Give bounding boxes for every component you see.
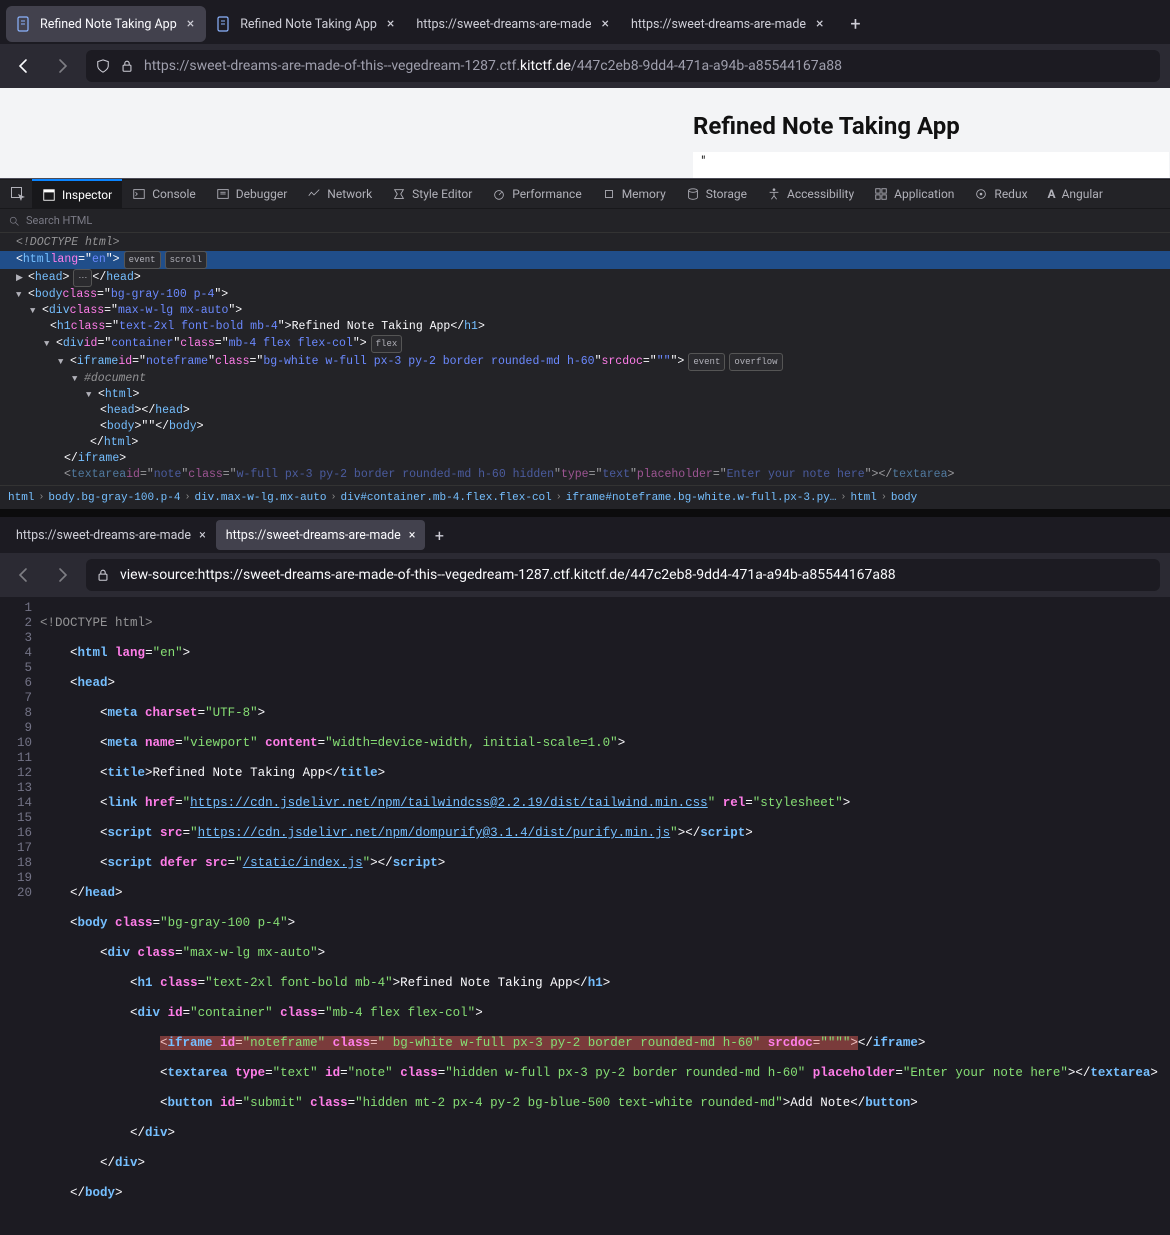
dom-line[interactable]: ▼<iframe id="noteframe" class="bg-white … [0, 353, 1170, 371]
new-tab-button[interactable]: + [842, 10, 870, 38]
lock-icon [96, 568, 110, 582]
dom-line[interactable]: ▼<html> [0, 387, 1170, 403]
devtools-tab-console[interactable]: Console [122, 179, 206, 209]
page-title: Refined Note Taking App [693, 112, 960, 140]
url-field[interactable]: https://sweet-dreams-are-made-of-this--v… [86, 50, 1160, 82]
forward-button[interactable] [48, 561, 76, 589]
dom-line[interactable]: ▼#document [0, 371, 1170, 387]
line-gutter: 12345678910 11121314151617181920 [0, 597, 40, 1235]
dom-line[interactable]: <html lang="en">eventscroll [0, 251, 1170, 269]
note-preview-box: " [693, 152, 1169, 178]
browser-tab[interactable]: https://sweet-dreams-are-made × [621, 6, 836, 42]
dom-line[interactable]: ▼<div id="container" class="mb-4 flex fl… [0, 335, 1170, 353]
forward-button[interactable] [48, 52, 76, 80]
source-url-text: view-source:https://sweet-dreams-are-mad… [120, 567, 896, 583]
dom-line[interactable]: </html> [0, 435, 1170, 451]
devtools-search[interactable]: Search HTML [0, 209, 1170, 233]
source-url-field[interactable]: view-source:https://sweet-dreams-are-mad… [86, 559, 1160, 591]
window-splitter[interactable] [0, 509, 1170, 517]
breadcrumb[interactable]: html› body.bg-gray-100.p-4› div.max-w-lg… [0, 485, 1170, 509]
back-button[interactable] [10, 52, 38, 80]
devtools-tab-style-editor[interactable]: Style Editor [382, 179, 482, 209]
url-text: https://sweet-dreams-are-made-of-this--v… [144, 58, 1150, 74]
dom-line[interactable]: <head></head> [0, 403, 1170, 419]
browser-tab-strip: Refined Note Taking App × Refined Note T… [0, 0, 1170, 44]
source-view[interactable]: 12345678910 11121314151617181920 <!DOCTY… [0, 597, 1170, 1235]
tab-label: https://sweet-dreams-are-made [416, 17, 591, 32]
dom-line[interactable]: <h1 class="text-2xl font-bold mb-4">Refi… [0, 319, 1170, 335]
devtools-tab-accessibility[interactable]: Accessibility [757, 179, 864, 209]
tab-label: Refined Note Taking App [240, 17, 377, 32]
browser-tab[interactable]: Refined Note Taking App × [206, 6, 406, 42]
source-url-bar: view-source:https://sweet-dreams-are-mad… [0, 553, 1170, 597]
devtools-tab-performance[interactable]: Performance [482, 179, 591, 209]
dom-tree[interactable]: <!DOCTYPE html> <html lang="en">eventscr… [0, 233, 1170, 485]
back-button[interactable] [10, 561, 38, 589]
close-icon[interactable]: × [409, 528, 416, 543]
close-icon[interactable]: × [599, 16, 610, 32]
source-tab[interactable]: https://sweet-dreams-are-made × [216, 520, 426, 550]
devtools-tab-network[interactable]: Network [297, 179, 382, 209]
dom-line[interactable]: ▼<body class="bg-gray-100 p-4"> [0, 287, 1170, 303]
devtools-tab-angular[interactable]: A Angular [1038, 179, 1113, 209]
note-icon [16, 16, 32, 32]
page-viewport: Refined Note Taking App " [0, 88, 1170, 178]
devtools-tab-application[interactable]: Application [864, 179, 964, 209]
devtools-tab-debugger[interactable]: Debugger [206, 179, 298, 209]
dom-line[interactable]: ▶<head>⋯</head> [0, 269, 1170, 287]
dom-line[interactable]: <textarea id="note" class="w-full px-3 p… [0, 467, 1170, 483]
lock-icon [120, 59, 134, 73]
search-placeholder: Search HTML [26, 214, 92, 227]
dom-line[interactable]: <!DOCTYPE html> [0, 235, 1170, 251]
note-icon [216, 16, 232, 32]
dom-line[interactable]: ▼<div class="max-w-lg mx-auto"> [0, 303, 1170, 319]
browser-tab[interactable]: https://sweet-dreams-are-made × [406, 6, 621, 42]
close-icon[interactable]: × [199, 528, 206, 543]
tab-label: https://sweet-dreams-are-made [631, 17, 806, 32]
devtools-tab-redux[interactable]: Redux [964, 179, 1037, 209]
url-bar: https://sweet-dreams-are-made-of-this--v… [0, 44, 1170, 88]
devtools-tabs: Inspector Console Debugger Network Style… [0, 179, 1170, 209]
dom-line[interactable]: <body>""</body> [0, 419, 1170, 435]
dom-line[interactable]: </iframe> [0, 451, 1170, 467]
source-code: <!DOCTYPE html> <html lang="en"> <head> … [40, 597, 1170, 1235]
devtools-tab-storage[interactable]: Storage [676, 179, 757, 209]
devtools-tab-memory[interactable]: Memory [592, 179, 676, 209]
devtools-tab-inspector[interactable]: Inspector [32, 179, 122, 209]
devtools-panel: Inspector Console Debugger Network Style… [0, 178, 1170, 509]
close-icon[interactable]: × [814, 16, 825, 32]
close-icon[interactable]: × [185, 16, 196, 32]
browser-tab[interactable]: Refined Note Taking App × [6, 6, 206, 42]
source-tab-strip: https://sweet-dreams-are-made × https://… [0, 517, 1170, 553]
shield-icon [96, 59, 110, 73]
source-tab[interactable]: https://sweet-dreams-are-made × [6, 520, 216, 550]
new-tab-button[interactable]: + [425, 521, 453, 549]
tab-label: Refined Note Taking App [40, 17, 177, 32]
close-icon[interactable]: × [385, 16, 396, 32]
element-picker-icon[interactable] [4, 186, 32, 202]
